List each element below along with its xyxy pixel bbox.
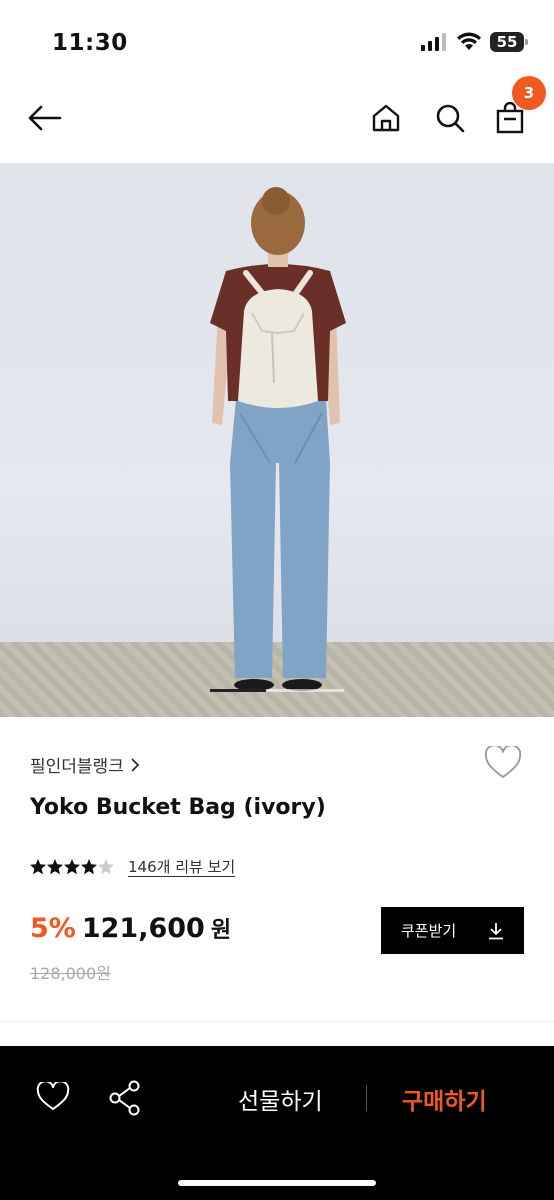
chevron-right-icon: [131, 757, 140, 772]
home-button[interactable]: [364, 96, 408, 140]
star-rating-icon: [30, 858, 114, 874]
price-unit: 원: [210, 918, 232, 943]
status-icons: 55: [420, 32, 528, 52]
original-price: 128,000원: [30, 964, 111, 983]
carousel-indicator: [210, 689, 344, 692]
product-image[interactable]: [0, 163, 554, 717]
brand-link[interactable]: 필인더블랭크: [30, 752, 140, 777]
heart-icon: [484, 744, 522, 778]
gift-button[interactable]: 선물하기: [238, 1082, 323, 1116]
coupon-label: 쿠폰받기: [401, 922, 457, 940]
home-indicator[interactable]: [178, 1180, 376, 1186]
buy-button[interactable]: 구매하기: [402, 1082, 487, 1116]
bottom-wishlist-button[interactable]: [36, 1080, 70, 1116]
signal-icon: [421, 33, 446, 51]
model-illustration: [210, 187, 346, 691]
brand-name: 필인더블랭크: [30, 757, 124, 777]
section-divider: [0, 1021, 554, 1022]
wishlist-button[interactable]: [484, 744, 522, 784]
cart-button[interactable]: 3: [488, 76, 546, 140]
home-icon: [372, 104, 400, 132]
discount-rate: 5%: [30, 913, 76, 944]
sale-price: 121,600: [81, 913, 205, 944]
review-link[interactable]: 146개 리뷰 보기: [128, 856, 235, 877]
share-button[interactable]: [108, 1080, 142, 1120]
download-icon: [489, 922, 503, 939]
bottom-action-bar: [0, 1046, 554, 1200]
cart-count-badge: 3: [512, 76, 546, 110]
share-icon: [109, 1080, 140, 1116]
status-time: 11:30: [52, 30, 128, 56]
search-button[interactable]: [428, 96, 472, 140]
carousel-indicator-active: [210, 689, 266, 692]
product-title: Yoko Bucket Bag (ivory): [30, 795, 326, 820]
battery-icon: 55: [490, 32, 528, 52]
price-row: 5% 121,600 원: [30, 912, 231, 944]
button-separator: [366, 1085, 367, 1111]
back-button[interactable]: [22, 96, 66, 140]
arrow-left-icon: [28, 105, 62, 131]
search-icon: [436, 104, 465, 133]
rating-row: 146개 리뷰 보기: [30, 856, 235, 877]
wifi-icon: [457, 32, 481, 50]
heart-icon: [36, 1080, 70, 1110]
coupon-button[interactable]: 쿠폰받기: [381, 907, 524, 954]
